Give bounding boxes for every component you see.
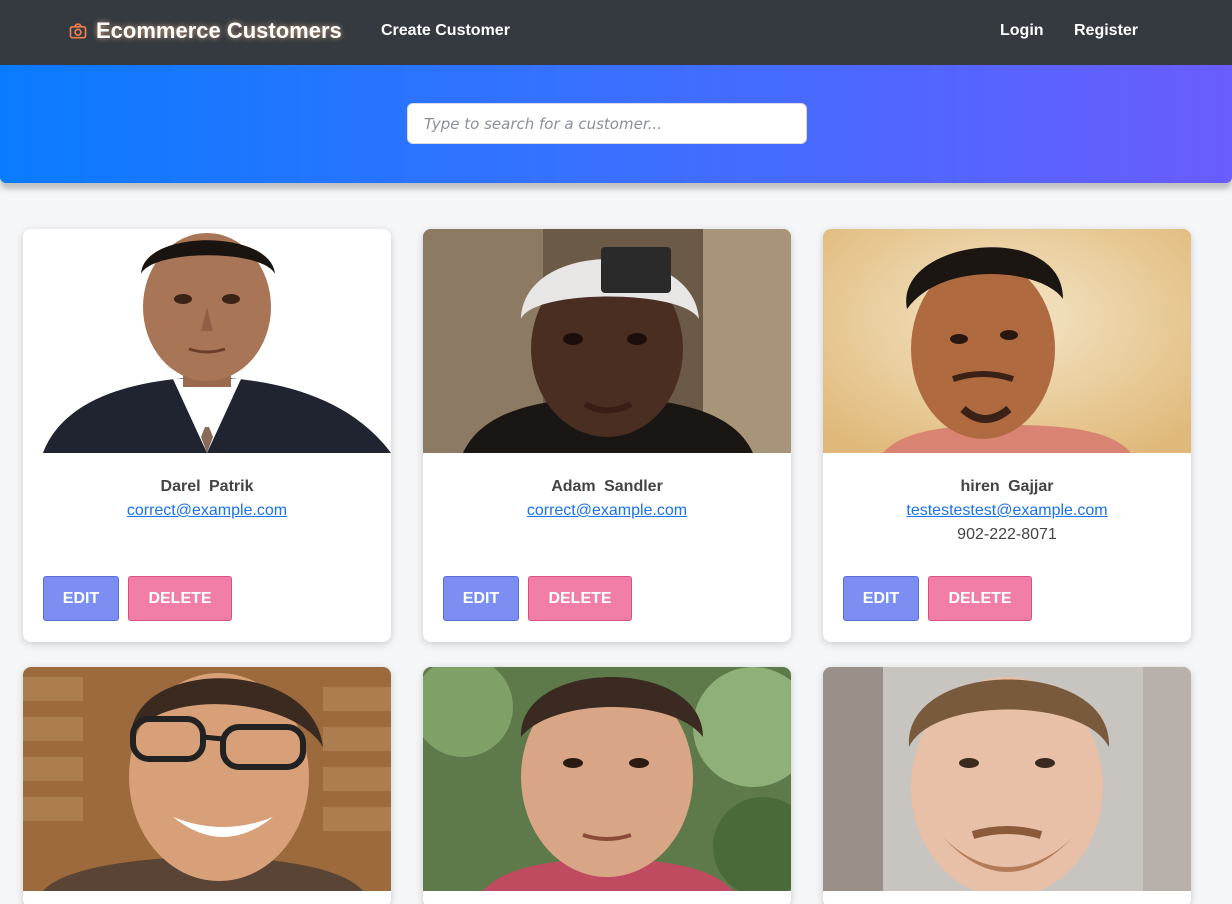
customer-email-link[interactable]: testestestest@example.com — [906, 499, 1107, 523]
customer-email-link[interactable]: correct@example.com — [527, 499, 687, 523]
edit-button[interactable]: EDIT — [843, 576, 919, 621]
delete-button[interactable]: DELETE — [928, 576, 1032, 621]
delete-button[interactable]: DELETE — [528, 576, 632, 621]
customer-photo — [423, 229, 791, 453]
camera-icon — [69, 23, 87, 39]
customer-card: Adam Sandler correct@example.com EDIT DE… — [423, 229, 791, 642]
delete-button[interactable]: DELETE — [128, 576, 232, 621]
customer-photo — [423, 667, 791, 891]
customer-photo — [823, 667, 1191, 891]
top-navbar: Ecommerce Customers Create Customer Logi… — [0, 0, 1232, 65]
register-link[interactable]: Register — [1074, 22, 1138, 40]
customer-name: Adam Sandler — [551, 478, 663, 495]
search-input[interactable] — [407, 103, 807, 144]
customer-photo — [823, 229, 1191, 453]
customer-name: hiren Gajjar — [960, 478, 1054, 495]
customer-email-link[interactable]: correct@example.com — [127, 499, 287, 523]
customer-card — [23, 667, 391, 904]
customer-photo — [23, 667, 391, 891]
edit-button[interactable]: EDIT — [43, 576, 119, 621]
brand-title: Ecommerce Customers — [96, 18, 342, 43]
customer-photo — [23, 229, 391, 453]
edit-button[interactable]: EDIT — [443, 576, 519, 621]
customer-name: Darel Patrik — [160, 478, 254, 495]
login-link[interactable]: Login — [1000, 22, 1044, 40]
search-banner — [0, 65, 1232, 183]
customer-card — [423, 667, 791, 904]
customer-card: hiren Gajjar testestestest@example.com 9… — [823, 229, 1191, 642]
customer-card — [823, 667, 1191, 904]
customer-card: Darel Patrik correct@example.com EDIT DE… — [23, 229, 391, 642]
create-customer-link[interactable]: Create Customer — [381, 22, 510, 40]
brand-link[interactable]: Ecommerce Customers — [68, 18, 342, 44]
customer-phone: 902-222-8071 — [957, 526, 1057, 543]
